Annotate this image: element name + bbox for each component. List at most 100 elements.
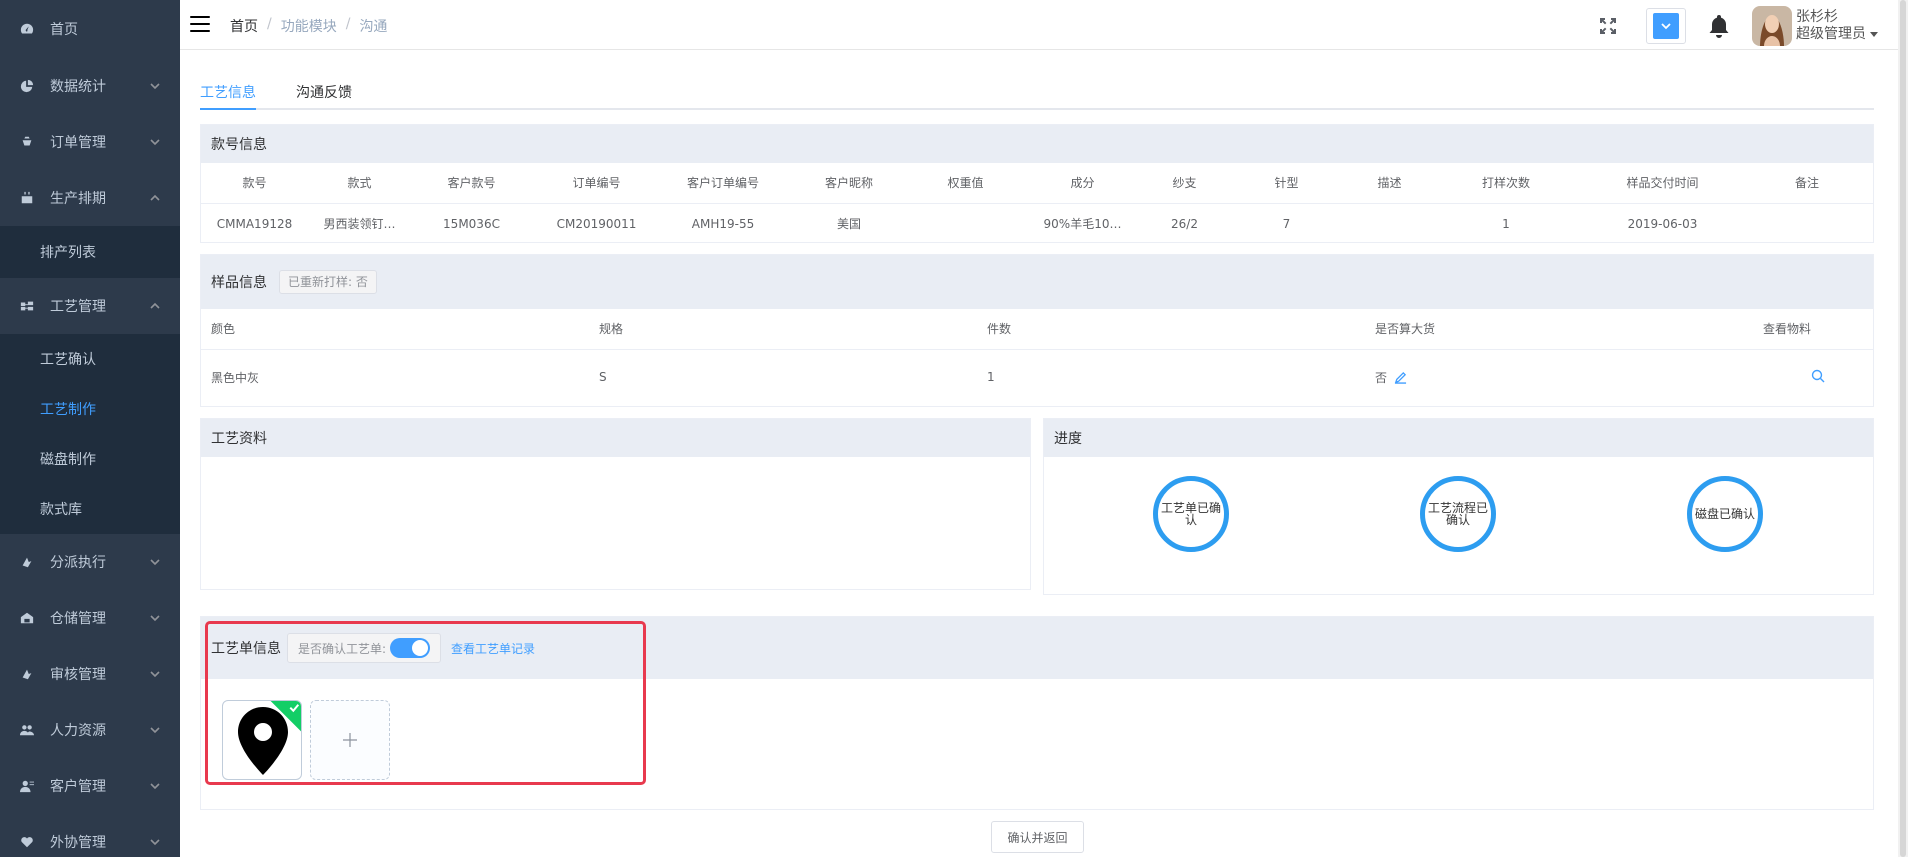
column-header: 打样次数 xyxy=(1428,163,1584,204)
audit-icon xyxy=(20,667,34,681)
confirm-and-return-button[interactable]: 确认并返回 xyxy=(991,821,1084,853)
pie-chart-icon xyxy=(20,79,34,93)
confirm-sheet-toggle[interactable] xyxy=(390,638,431,658)
bell-icon[interactable] xyxy=(1708,14,1730,38)
hamburger-menu-icon[interactable] xyxy=(190,16,210,34)
sidebar-subitem-style-library[interactable]: 款式库 xyxy=(0,484,180,534)
process-icon xyxy=(20,299,34,313)
column-header: 样品交付时间 xyxy=(1584,163,1741,204)
sidebar-item-dispatch[interactable]: 分派执行 xyxy=(0,534,180,590)
breadcrumb-item-home[interactable]: 首页 xyxy=(230,16,258,36)
table-header-row: 款号 款式 客户款号 订单编号 客户订单编号 客户昵称 权重值 成分 纱支 针型… xyxy=(201,163,1873,204)
table-cell: 90%羊毛10… xyxy=(1043,217,1122,232)
user-name: 张杉杉 xyxy=(1796,9,1838,25)
column-header: 客户昵称 xyxy=(785,163,913,204)
view-sheet-records-link[interactable]: 查看工艺单记录 xyxy=(451,640,535,657)
sidebar-item-hr[interactable]: 人力资源 xyxy=(0,702,180,758)
card-title: 进度 xyxy=(1044,419,1873,457)
sidebar-subitem-disk-make[interactable]: 磁盘制作 xyxy=(0,434,180,484)
column-header: 查看物料 xyxy=(1753,309,1873,350)
table-cell: 2019-06-03 xyxy=(1627,216,1698,231)
sidebar-item-customers[interactable]: 客户管理 xyxy=(0,758,180,814)
breadcrumb-separator: / xyxy=(345,16,351,32)
upload-image-button[interactable] xyxy=(310,700,390,780)
chevron-down-icon xyxy=(1661,23,1671,30)
progress-step-label: 工艺流程已确认 xyxy=(1427,501,1488,527)
edit-icon[interactable] xyxy=(1391,371,1407,385)
style-info-card: 款号信息 款号 款式 客户款号 订单编号 客户订单编号 客户昵称 权重值 成分 … xyxy=(200,124,1874,243)
column-header: 成分 xyxy=(1018,163,1147,204)
breadcrumb-item-current: 沟通 xyxy=(359,19,388,35)
progress-step-ring: 磁盘已确认 xyxy=(1687,476,1763,552)
plus-icon xyxy=(343,733,357,747)
sidebar-item-home[interactable]: 首页 xyxy=(0,0,180,58)
scrollbar-thumb[interactable] xyxy=(1900,0,1906,857)
sidebar-item-label: 订单管理 xyxy=(50,135,106,151)
table-cell: 26/2 xyxy=(1171,216,1198,231)
table-cell xyxy=(1741,203,1873,244)
search-icon[interactable] xyxy=(1811,369,1825,386)
header-actions: 张杉杉 超级管理员 xyxy=(1598,6,1878,46)
table-cell xyxy=(1753,349,1873,405)
resample-status-tag: 已重新打样: 否 xyxy=(279,270,377,294)
table-cell: 1 xyxy=(987,370,995,385)
column-header: 纱支 xyxy=(1147,163,1222,204)
process-sheet-image[interactable] xyxy=(222,700,302,780)
sidebar-item-label: 生产排期 xyxy=(50,191,106,207)
column-header: 订单编号 xyxy=(532,163,661,204)
table-row: CMMA19128 男西装领钉… 15M036C CM20190011 AMH1… xyxy=(201,203,1873,244)
confirm-sheet-box: 是否确认工艺单: xyxy=(287,633,442,663)
chevron-down-icon xyxy=(150,611,160,622)
breadcrumb-item-module: 功能模块 xyxy=(280,19,337,35)
tab-process-info[interactable]: 工艺信息 xyxy=(200,82,256,102)
card-header: 样品信息 已重新打样: 否 xyxy=(201,255,1873,309)
column-header: 描述 xyxy=(1351,163,1428,204)
chevron-down-icon xyxy=(150,667,160,678)
card-title: 款号信息 xyxy=(201,125,1873,163)
sidebar-item-label: 首页 xyxy=(50,22,78,38)
avatar[interactable] xyxy=(1752,6,1792,46)
sidebar-item-process-management[interactable]: 工艺管理 xyxy=(0,278,180,334)
page-scrollbar[interactable] xyxy=(1898,0,1908,857)
order-icon xyxy=(20,135,34,149)
main-content: 工艺信息 沟通反馈 xyxy=(200,50,1874,110)
style-info-table: 款号 款式 客户款号 订单编号 客户订单编号 客户昵称 权重值 成分 纱支 针型… xyxy=(201,163,1873,244)
sidebar-item-label: 数据统计 xyxy=(50,79,106,95)
sidebar-item-statistics[interactable]: 数据统计 xyxy=(0,58,180,114)
chevron-up-icon xyxy=(150,299,160,309)
user-role: 超级管理员 xyxy=(1796,26,1866,42)
user-menu[interactable]: 张杉杉 超级管理员 xyxy=(1796,9,1878,43)
sidebar-item-warehouse[interactable]: 仓储管理 xyxy=(0,590,180,646)
sidebar: 首页 数据统计 订单管理 生产排期 排产列表 工艺管理 工艺确认 工艺制作 磁盘… xyxy=(0,0,180,857)
tab-communication-feedback[interactable]: 沟通反馈 xyxy=(296,82,352,102)
table-cell: 男西装领钉… xyxy=(323,217,396,232)
sidebar-item-outsource[interactable]: 外协管理 xyxy=(0,814,180,857)
column-header: 权重值 xyxy=(913,163,1018,204)
sidebar-subitem-process-make[interactable]: 工艺制作 xyxy=(0,384,180,434)
table-cell: 1 xyxy=(1502,216,1510,231)
sidebar-item-production-schedule[interactable]: 生产排期 xyxy=(0,170,180,226)
column-header: 是否算大货 xyxy=(1365,309,1753,350)
warehouse-icon xyxy=(20,611,34,625)
process-material-card: 工艺资料 xyxy=(200,418,1031,590)
column-header: 规格 xyxy=(589,309,977,350)
theme-color-swatch xyxy=(1653,13,1679,39)
sidebar-item-label: 仓储管理 xyxy=(50,611,106,627)
sidebar-subitem-process-confirm[interactable]: 工艺确认 xyxy=(0,334,180,384)
table-cell: CM20190011 xyxy=(556,216,637,231)
card-title: 工艺资料 xyxy=(201,419,1030,457)
check-icon xyxy=(289,704,300,713)
chevron-down-icon xyxy=(150,135,160,146)
sidebar-item-label: 人力资源 xyxy=(50,723,106,739)
table-cell: 15M036C xyxy=(443,216,500,231)
caret-down-icon xyxy=(1870,31,1878,37)
sidebar-item-audit[interactable]: 审核管理 xyxy=(0,646,180,702)
theme-color-picker[interactable] xyxy=(1646,8,1686,44)
sidebar-item-orders[interactable]: 订单管理 xyxy=(0,114,180,170)
table-cell xyxy=(913,203,1018,244)
sidebar-subitem-schedule-list[interactable]: 排产列表 xyxy=(0,226,180,278)
column-header: 件数 xyxy=(977,309,1365,350)
table-row: 黑色中灰 S 1 否 xyxy=(201,349,1873,405)
column-header: 款号 xyxy=(201,163,308,204)
fullscreen-icon[interactable] xyxy=(1598,16,1618,36)
